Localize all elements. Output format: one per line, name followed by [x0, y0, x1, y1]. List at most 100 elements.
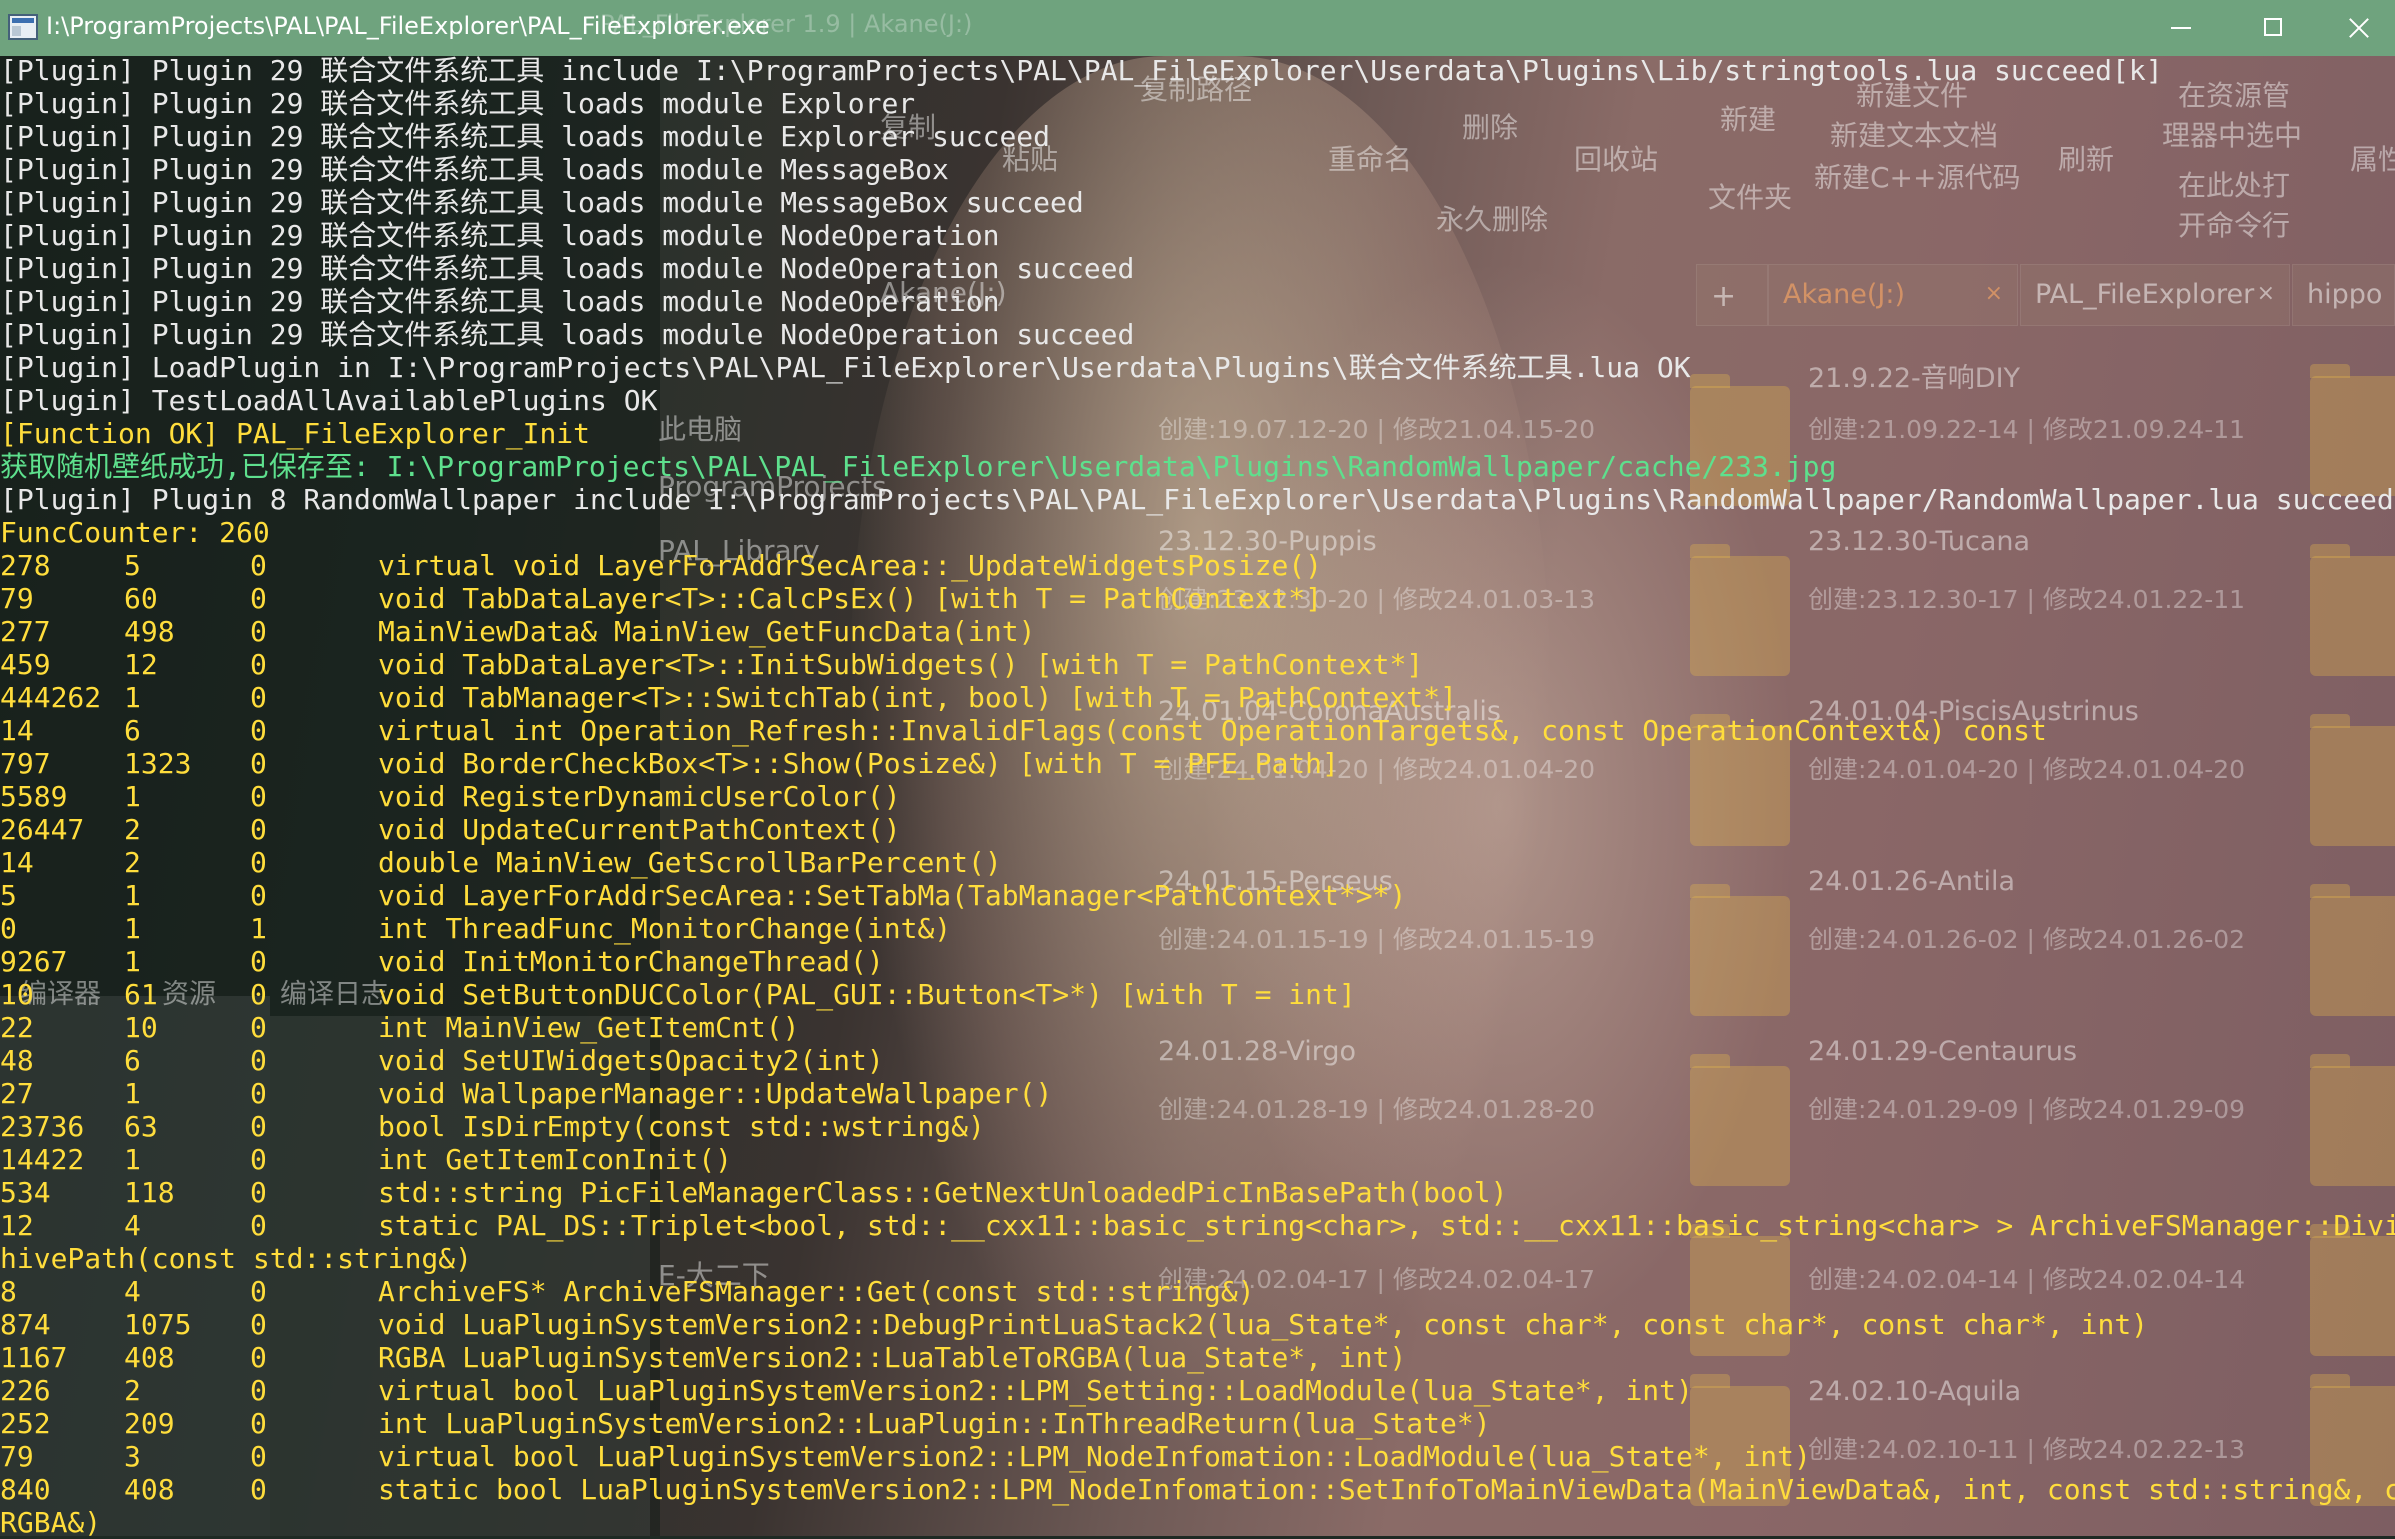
console-log-line: [Plugin] Plugin 29 联合文件系统工具 loads module… — [0, 120, 1051, 153]
func-calls-cell: 12 — [124, 648, 158, 681]
func-signature-cell: void LayerForAddrSecArea::SetTabMa(TabMa… — [378, 879, 1407, 912]
func-flag-cell: 0 — [250, 582, 267, 615]
func-signature-cell: bool IsDirEmpty(const std::wstring&) — [378, 1110, 985, 1143]
func-counter-row: 797 1323 0 void BorderCheckBox<T>::Show(Pos… — [0, 747, 2395, 780]
func-flag-cell: 0 — [250, 1044, 267, 1077]
func-calls-cell: 1075 — [124, 1308, 192, 1341]
wrapped-signature-line: hivePath(const std::string&) — [0, 1242, 473, 1275]
func-signature-cell: int ThreadFunc_MonitorChange(int&) — [378, 912, 952, 945]
console-log-line: [Plugin] Plugin 29 联合文件系统工具 loads module… — [0, 219, 1000, 252]
func-signature-cell: void InitMonitorChangeThread() — [378, 945, 884, 978]
func-flag-cell: 0 — [250, 1077, 267, 1110]
func-counter-row: 874 1075 0 void LuaPluginSystemVersion2::De… — [0, 1308, 2395, 1341]
func-flag-cell: 0 — [250, 1011, 267, 1044]
func-flag-cell: 0 — [250, 1407, 267, 1440]
func-id-cell: 14422 — [0, 1143, 85, 1176]
func-id-cell: 0 — [0, 912, 17, 945]
func-signature-cell: void BorderCheckBox<T>::Show(Posize&) [w… — [378, 747, 1339, 780]
console-log-line: [Plugin] Plugin 29 联合文件系统工具 loads module… — [0, 252, 1135, 285]
func-calls-cell: 408 — [124, 1341, 175, 1374]
console-log-line: [Plugin] Plugin 29 联合文件系统工具 include I:\P… — [0, 54, 2163, 87]
func-signature-cell: ArchiveFS* ArchiveFSManager::Get(const s… — [378, 1275, 1255, 1308]
func-signature-cell: void TabDataLayer<T>::InitSubWidgets() [… — [378, 648, 1424, 681]
func-counter-row: 14 2 0 double MainView_GetScrollBarPercent(… — [0, 846, 2395, 879]
func-id-cell: 5 — [0, 879, 17, 912]
func-signature-cell: int GetItemIconInit() — [378, 1143, 733, 1176]
func-id-cell: 48 — [0, 1044, 34, 1077]
func-counter-row: 23736 63 0 bool IsDirEmpty(const std::wstri… — [0, 1110, 2395, 1143]
func-signature-cell: void UpdateCurrentPathContext() — [378, 813, 901, 846]
func-id-cell: 8 — [0, 1275, 17, 1308]
func-counter-row: 26447 2 0 void UpdateCurrentPathContext() — [0, 813, 2395, 846]
func-id-cell: 278 — [0, 549, 51, 582]
func-signature-cell: RGBA LuaPluginSystemVersion2::LuaTableTo… — [378, 1341, 1407, 1374]
func-counter-row: 8 4 0 ArchiveFS* ArchiveFSManager::Get(cons… — [0, 1275, 2395, 1308]
func-counter-row: 226 2 0 virtual bool LuaPluginSystemVersion… — [0, 1374, 2395, 1407]
func-counter-row: 14422 1 0 int GetItemIconInit() — [0, 1143, 2395, 1176]
func-flag-cell: 0 — [250, 681, 267, 714]
func-id-cell: 10 — [0, 978, 34, 1011]
console-log-line: [Function OK] PAL_FileExplorer_Init — [0, 417, 591, 450]
func-signature-cell: void WallpaperManager::UpdateWallpaper() — [378, 1077, 1053, 1110]
func-id-cell: 79 — [0, 582, 34, 615]
func-flag-cell: 0 — [250, 978, 267, 1011]
func-calls-cell: 6 — [124, 1044, 141, 1077]
func-signature-cell: void LuaPluginSystemVersion2::DebugPrint… — [378, 1308, 2149, 1341]
func-calls-cell: 5 — [124, 549, 141, 582]
func-id-cell: 26447 — [0, 813, 85, 846]
func-counter-row: 48 6 0 void SetUIWidgetsOpacity2(int) — [0, 1044, 2395, 1077]
console-log-line: [Plugin] Plugin 29 联合文件系统工具 loads module… — [0, 87, 916, 120]
func-flag-cell: 0 — [250, 879, 267, 912]
func-counter-row: 14 6 0 virtual int Operation_Refresh::Inval… — [0, 714, 2395, 747]
func-flag-cell: 0 — [250, 1275, 267, 1308]
func-counter-row: 1167 408 0 RGBA LuaPluginSystemVersion2::Lu… — [0, 1341, 2395, 1374]
func-id-cell: 277 — [0, 615, 51, 648]
close-button[interactable] — [2318, 0, 2395, 56]
console-log-line: [Plugin] Plugin 29 联合文件系统工具 loads module… — [0, 318, 1135, 351]
func-calls-cell: 1 — [124, 945, 141, 978]
func-id-cell: 226 — [0, 1374, 51, 1407]
func-calls-cell: 63 — [124, 1110, 158, 1143]
func-flag-cell: 0 — [250, 1374, 267, 1407]
console-log-line: [Plugin] Plugin 8 RandomWallpaper includ… — [0, 483, 2395, 516]
minimize-button[interactable] — [2136, 0, 2228, 56]
maximize-button[interactable] — [2228, 0, 2320, 56]
title-bar[interactable]: PAL_FileExplorer 1.9 | Akane(J:) I:\Prog… — [0, 0, 2395, 56]
func-signature-cell: void TabManager<T>::SwitchTab(int, bool)… — [378, 681, 1457, 714]
func-calls-cell: 2 — [124, 1374, 141, 1407]
func-signature-cell: void TabDataLayer<T>::CalcPsEx() [with T… — [378, 582, 1323, 615]
wrapped-signature-line: RGBA&) — [0, 1506, 102, 1539]
func-flag-cell: 0 — [250, 1176, 267, 1209]
func-id-cell: 5589 — [0, 780, 68, 813]
func-flag-cell: 0 — [250, 714, 267, 747]
func-calls-cell: 10 — [124, 1011, 158, 1044]
func-counter-row: 534 118 0 std::string PicFileManagerClass::… — [0, 1176, 2395, 1209]
func-id-cell: 22 — [0, 1011, 34, 1044]
func-calls-cell: 61 — [124, 978, 158, 1011]
console-output[interactable]: [Plugin] Plugin 29 联合文件系统工具 include I:\P… — [0, 54, 2395, 1539]
func-signature-cell: void SetUIWidgetsOpacity2(int) — [378, 1044, 884, 1077]
func-signature-cell: static PAL_DS::Triplet<bool, std::__cxx1… — [378, 1209, 2395, 1242]
func-id-cell: 534 — [0, 1176, 51, 1209]
console-log-line: [Plugin] TestLoadAllAvailablePlugins OK — [0, 384, 658, 417]
func-signature-cell: virtual void LayerForAddrSecArea::_Updat… — [378, 549, 1323, 582]
func-id-cell: 23736 — [0, 1110, 85, 1143]
func-calls-cell: 1323 — [124, 747, 192, 780]
func-flag-cell: 0 — [250, 615, 267, 648]
func-calls-cell: 3 — [124, 1440, 141, 1473]
func-calls-cell: 209 — [124, 1407, 175, 1440]
func-id-cell: 14 — [0, 846, 34, 879]
func-calls-cell: 1 — [124, 681, 141, 714]
func-flag-cell: 0 — [250, 846, 267, 879]
func-calls-cell: 118 — [124, 1176, 175, 1209]
func-flag-cell: 0 — [250, 1473, 267, 1506]
func-calls-cell: 6 — [124, 714, 141, 747]
console-log-line: 获取随机壁纸成功,已保存至: I:\ProgramProjects\PAL\PA… — [0, 450, 1837, 483]
func-calls-cell: 498 — [124, 615, 175, 648]
func-counter-row: 9267 1 0 void InitMonitorChangeThread() — [0, 945, 2395, 978]
func-calls-cell: 1 — [124, 780, 141, 813]
func-counter-row: 12 4 0 static PAL_DS::Triplet<bool, std::__… — [0, 1209, 2395, 1242]
func-flag-cell: 0 — [250, 945, 267, 978]
func-calls-cell: 2 — [124, 846, 141, 879]
func-counter-row: 79 3 0 virtual bool LuaPluginSystemVersion2… — [0, 1440, 2395, 1473]
